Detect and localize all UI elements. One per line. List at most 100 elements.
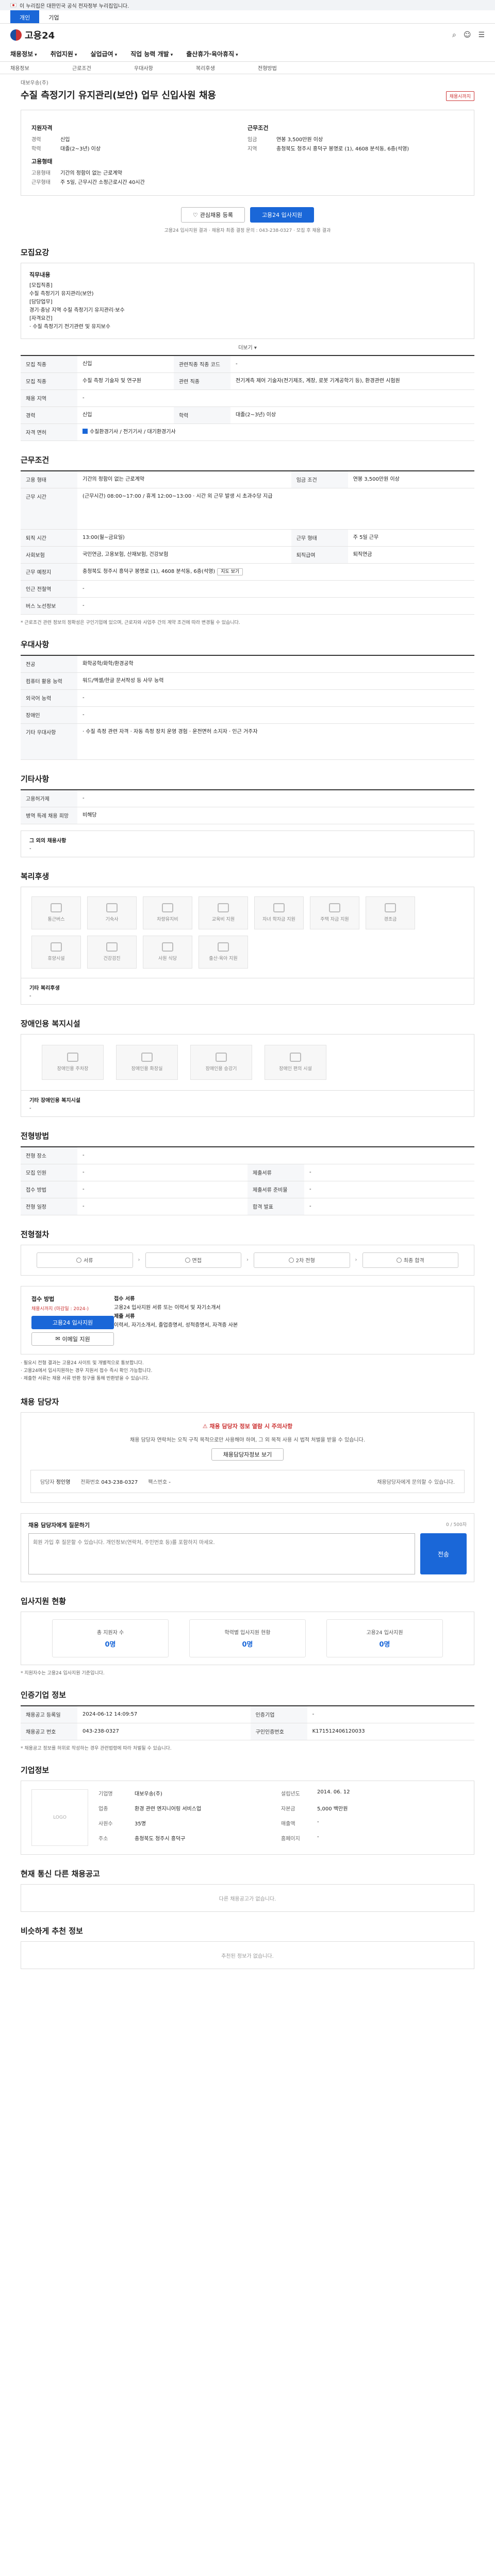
home-icon <box>329 903 340 913</box>
process-step: 2차 전형 <box>254 1252 350 1268</box>
page-title: 수질 측정기기 유지관리(보안) 업무 신입사원 채용 <box>21 90 216 101</box>
question-input[interactable] <box>28 1533 415 1575</box>
manager-info: 담당자 정인영 전화번호 043-238-0327 팩스번호 - 채용담당자에게… <box>30 1470 465 1494</box>
map-button[interactable]: 지도 보기 <box>217 568 243 575</box>
user-icon[interactable]: ☺ <box>464 31 471 39</box>
footnote: * 채용공고 정보를 허위로 작성하는 경우 관련법령에 따라 처벌될 수 있습… <box>21 1746 172 1752</box>
apply-box: 접수 방법 채용시까지 (마감일 : 2024-) 고용24 입사지원 ✉ 이메일… <box>21 1285 474 1354</box>
health-icon <box>106 942 118 952</box>
welfare-card: 통근버스 <box>31 896 81 929</box>
bus-icon <box>51 903 62 913</box>
show-manager-button[interactable]: 채용담당자정보 보기 <box>211 1448 284 1461</box>
company-logo: LOGO <box>31 1789 88 1846</box>
summary-heading: 고용형태 <box>31 158 53 165</box>
process-steps: 서류 › 면접 › 2차 전형 › 최종 합격 <box>21 1244 474 1276</box>
tab-personal[interactable]: 개인 <box>10 10 40 23</box>
search-icon[interactable]: ⌕ <box>452 31 456 39</box>
footnote: * 근로조건 관련 정보의 정확성은 구인기업에 있으며, 근로자와 사업주 간… <box>21 620 240 625</box>
site-logo[interactable]: 고용24 <box>10 28 55 42</box>
company-box: LOGO 기업명 대보우송(주) 설립년도 2014. 06. 12 업종 환경 관련 … <box>21 1781 474 1855</box>
tab-company[interactable]: 기업 <box>39 10 68 23</box>
stat-card: 학력별 입사지원 현황 0명 <box>189 1619 306 1658</box>
menu-icon[interactable]: ☰ <box>478 31 485 39</box>
nav-item-support[interactable]: 취업지원 ▾ <box>51 49 77 58</box>
section-title: 복리후생 <box>21 871 50 881</box>
house-icon <box>106 903 118 913</box>
manager-box: ⚠ 채용 담당자 정보 열람 시 주의사항 채용 담당자 연락처는 오직 구직 … <box>21 1412 474 1503</box>
send-button[interactable]: 전송 <box>420 1533 467 1575</box>
chevron-down-icon: ▾ <box>74 53 77 58</box>
apply-note: 고용24 입사지원 결과 · 채용자 최종 결정 문의 : 043-238-03… <box>164 228 331 233</box>
facility-card: 장애인 편의 시설 <box>265 1044 326 1080</box>
snb-item-preference[interactable]: 우대사항 <box>134 64 196 72</box>
facility-card: 장애인용 화장실 <box>116 1044 178 1080</box>
heart-icon: ♡ <box>192 211 198 218</box>
parking-icon <box>67 1053 78 1062</box>
welfare-card: 기숙사 <box>87 896 137 929</box>
apply-email-button[interactable]: ✉ 이메일 지원 <box>31 1332 114 1346</box>
circle-icon <box>185 1257 190 1263</box>
status-badge: 채용시까지 <box>446 91 474 101</box>
welfare-card: 교육비 지원 <box>199 896 248 929</box>
section-title: 전형절차 <box>21 1229 50 1239</box>
elevator-icon <box>216 1053 227 1062</box>
nav-item-training[interactable]: 직업 능력 개발 ▾ <box>130 49 173 58</box>
header-icons: ⌕ ☺ ☰ <box>452 31 485 39</box>
job-desc: 직무내용 [모집직종] 수질 측정기기 유지관리(보안) [담당업무] 경기·충… <box>21 263 474 339</box>
qna-box: 채용 담당자에게 질문하기0 / 500자 전송 <box>21 1513 474 1583</box>
facility-card: 장애인용 승강기 <box>190 1044 252 1080</box>
meal-icon <box>162 942 173 952</box>
nav-item-jobs[interactable]: 채용정보 ▾ <box>10 49 37 58</box>
gift-icon <box>385 903 396 913</box>
nav-item-leave[interactable]: 출산휴가·육아휴직 ▾ <box>186 49 238 58</box>
apply-online-button[interactable]: 고용24 입사지원 <box>31 1315 114 1329</box>
logo-icon <box>10 29 22 41</box>
section-nav: 채용정보 근로조건 우대사항 복리후생 전형방법 <box>0 62 495 74</box>
flag-icon <box>10 3 16 7</box>
welfare-cards: 통근버스 기숙사 차량유지비 교육비 지원 자녀 학자금 지원 주택 자금 지원… <box>21 886 474 978</box>
summary-heading: 근무조건 <box>248 125 269 131</box>
process-step: 서류 <box>37 1252 133 1268</box>
summary-box: 지원자격 경력 신입 학력 대졸(2~3년) 이상 고용형태 고용형태 기간의 정함이… <box>21 110 474 196</box>
stat-card: 고용24 입사지원 0명 <box>326 1619 443 1658</box>
snb-item-welfare[interactable]: 복리후생 <box>196 64 258 72</box>
snb-item-recruit[interactable]: 채용정보 <box>10 64 72 72</box>
facility-card: 장애인용 주차장 <box>42 1044 104 1080</box>
footnote: * 지원자수는 고용24 입사지원 기준입니다. <box>21 1671 105 1676</box>
deadline-text: 채용시까지 (마감일 : 2024-) <box>31 1306 89 1312</box>
gov-banner: 이 누리집은 대한민국 공식 전자정부 누리집입니다. <box>0 0 495 10</box>
empty-state: 다른 채용공고가 없습니다. <box>21 1884 474 1912</box>
nav-item-benefit[interactable]: 실업급여 ▾ <box>90 49 117 58</box>
post-info-table: 채용공고 등록일 2024-06-12 14:09:57 인증기업 - 채용공고 번호… <box>21 1705 474 1741</box>
section-title: 입사지원 현황 <box>21 1597 67 1606</box>
chevron-down-icon: ▾ <box>236 53 238 58</box>
like-button[interactable]: ♡ 관심채용 등록 <box>180 207 245 223</box>
welfare-card: 주택 자금 지원 <box>310 896 359 929</box>
chevron-down-icon: ▾ <box>35 53 37 58</box>
section-title: 모집요강 <box>21 248 50 257</box>
char-counter: 0 / 500자 <box>446 1522 467 1528</box>
chevron-down-icon: ▾ <box>114 53 118 58</box>
welfare-card: 차량유지비 <box>143 896 192 929</box>
book-icon <box>218 903 229 913</box>
apply-button[interactable]: 고용24 입사지원 <box>250 207 315 223</box>
arrow-right-icon: › <box>246 1257 249 1263</box>
welfare-card: 경조금 <box>366 896 415 929</box>
section-title: 기타사항 <box>21 774 50 784</box>
snb-item-selection[interactable]: 전형방법 <box>258 64 320 72</box>
welfare-card: 휴양시설 <box>31 935 81 969</box>
mail-icon: ✉ <box>55 1335 60 1343</box>
resort-icon <box>51 942 62 952</box>
welfare-card: 출산·육아 지원 <box>199 935 248 969</box>
process-step: 면접 <box>145 1252 241 1268</box>
section-title: 장애인용 복지시설 <box>21 1019 80 1028</box>
circle-icon <box>76 1257 82 1263</box>
section-title: 비슷하게 추천 정보 <box>21 1926 83 1936</box>
conditions-table: 고용 형태 기간의 정함이 없는 근로계약 임금 조건 연봉 3,500만원 이상 근… <box>21 470 474 615</box>
welfare-card: 자녀 학자금 지원 <box>254 896 304 929</box>
more-button[interactable]: 더보기 ▾ <box>21 343 474 351</box>
chevron-down-icon: ▾ <box>170 53 173 58</box>
section-title: 채용 담당자 <box>21 1397 59 1407</box>
snb-item-conditions[interactable]: 근로조건 <box>72 64 134 72</box>
recruit-table: 모집 직종 신입 관련직종 직종 코드 - 모집 직종 수질 측정 기술자 및 연구원 관… <box>21 354 474 441</box>
